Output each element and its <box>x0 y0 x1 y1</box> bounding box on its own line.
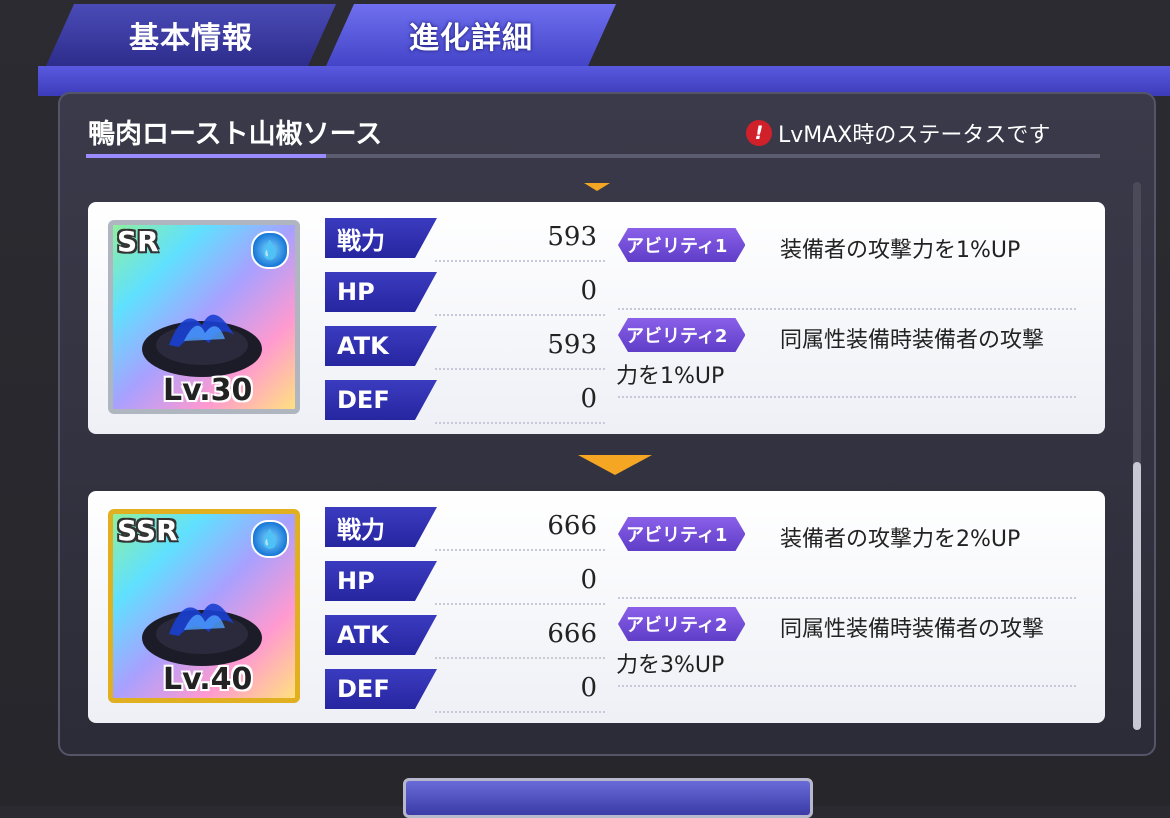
ability-text: 装備者の攻撃力を2%UP <box>780 527 1021 552</box>
evolution-arrow-icon <box>578 455 652 475</box>
stat-value: 0 <box>580 673 597 703</box>
ability-2: アビリティ2 <box>618 318 745 352</box>
stat-label: ATK <box>325 326 437 366</box>
ability-text-cont: 力を3%UP <box>616 653 725 678</box>
stat-hp: HP 0 <box>325 272 605 316</box>
ability-2: アビリティ2 <box>618 607 745 641</box>
level-label: Lv.30 <box>163 373 253 408</box>
stat-atk: ATK 593 <box>325 326 605 370</box>
ability-text: 同属性装備時装備者の攻撃 <box>780 328 1045 353</box>
stat-label: ATK <box>325 615 437 655</box>
stat-def: DEF 0 <box>325 669 605 713</box>
stat-value: 0 <box>580 384 597 414</box>
ability-tag: アビリティ2 <box>618 318 745 352</box>
divider <box>618 597 1076 599</box>
stat-atk: ATK 666 <box>325 615 605 659</box>
stat-value: 666 <box>547 511 597 541</box>
lvmax-note-text: LvMAX時のステータスです <box>778 123 1051 148</box>
water-drop-icon: 💧 <box>251 231 289 269</box>
scrollbar-thumb[interactable] <box>1133 462 1141 730</box>
ability-text: 同属性装備時装備者の攻撃 <box>780 617 1045 642</box>
item-icon[interactable]: SR 💧 Lv.30 <box>108 220 300 414</box>
tab-basic-info-label: 基本情報 <box>129 21 253 56</box>
ability-text: 装備者の攻撃力を1%UP <box>780 238 1021 263</box>
warning-icon: ! <box>746 120 772 146</box>
item-title: 鴨肉ロースト山椒ソース <box>88 119 383 150</box>
divider <box>618 685 1076 687</box>
ability-1: アビリティ1 <box>618 228 745 262</box>
stat-label: HP <box>325 561 437 601</box>
dish-image <box>142 314 262 377</box>
ability-tag: アビリティ1 <box>618 517 745 551</box>
tab-evolution-details-label: 進化詳細 <box>409 21 533 56</box>
bottom-button[interactable] <box>403 778 813 818</box>
ability-tag: アビリティ1 <box>618 228 745 262</box>
stat-value: 593 <box>547 222 597 252</box>
title-underline <box>86 154 1100 158</box>
divider <box>618 396 1076 398</box>
stat-value: 0 <box>580 565 597 595</box>
evolution-card-after: SSR 💧 Lv.40 戦力 666 HP 0 ATK 666 DEF 0 アビ… <box>88 491 1105 723</box>
water-drop-icon: 💧 <box>251 520 289 558</box>
stat-power: 戦力 593 <box>325 218 605 262</box>
rarity-label: SR <box>117 225 159 258</box>
stat-label: HP <box>325 272 437 312</box>
level-label: Lv.40 <box>163 662 253 697</box>
stat-hp: HP 0 <box>325 561 605 605</box>
stat-label: DEF <box>325 669 437 709</box>
divider <box>618 308 1076 310</box>
stat-label: 戦力 <box>325 507 437 547</box>
ability-tag: アビリティ2 <box>618 607 745 641</box>
rarity-label: SSR <box>117 514 178 547</box>
evolution-card-before: SR 💧 Lv.30 戦力 593 HP 0 ATK 593 DEF 0 アビリ… <box>88 202 1105 434</box>
item-icon[interactable]: SSR 💧 Lv.40 <box>108 509 300 703</box>
stat-def: DEF 0 <box>325 380 605 424</box>
tab-evolution-details[interactable]: 進化詳細 <box>326 4 616 66</box>
stat-label: 戦力 <box>325 218 437 258</box>
ability-text-cont: 力を1%UP <box>616 364 725 389</box>
stat-value: 666 <box>547 619 597 649</box>
stat-label: DEF <box>325 380 437 420</box>
stat-power: 戦力 666 <box>325 507 605 551</box>
tab-basic-info[interactable]: 基本情報 <box>46 4 336 66</box>
stat-value: 0 <box>580 276 597 306</box>
ability-1: アビリティ1 <box>618 517 745 551</box>
arrow-down-icon <box>584 183 610 191</box>
stat-value: 593 <box>547 330 597 360</box>
lvmax-note: ! LvMAX時のステータスです <box>746 117 1050 149</box>
dish-image <box>142 603 262 666</box>
